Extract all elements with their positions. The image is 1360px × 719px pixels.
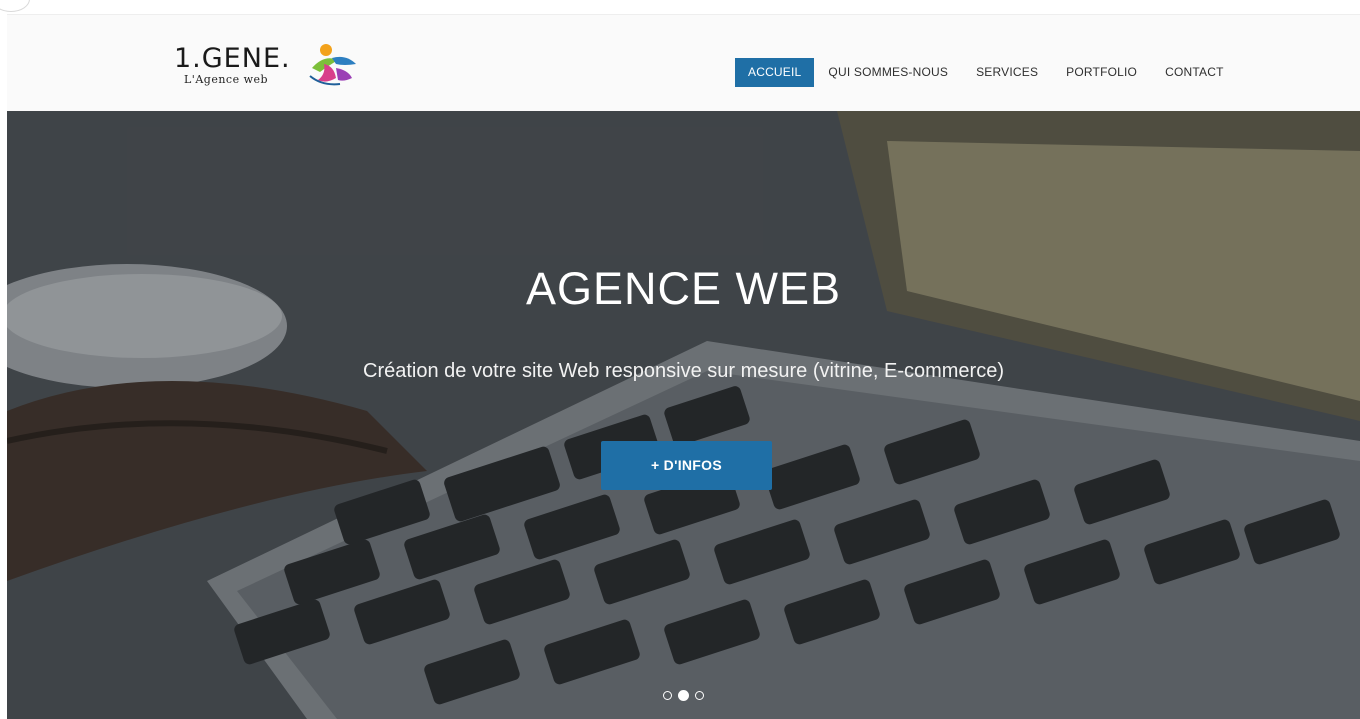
slider-pagination bbox=[663, 690, 704, 701]
logo-main-text: 1.GENE. bbox=[174, 43, 291, 74]
slider-dot-3[interactable] bbox=[695, 691, 704, 700]
hero-slider: AGENCE WEB Création de votre site Web re… bbox=[7, 111, 1360, 719]
logo-figure-icon bbox=[309, 44, 356, 86]
nav-item-portfolio[interactable]: PORTFOLIO bbox=[1052, 58, 1151, 87]
logo-tagline: L'Agence web bbox=[184, 73, 269, 86]
nav-item-accueil[interactable]: ACCUEIL bbox=[735, 58, 815, 87]
site-header: 1.GENE. L'Agence web ACCUEIL QUI SOMMES-… bbox=[7, 14, 1360, 112]
slider-dot-2-active[interactable] bbox=[678, 690, 689, 701]
nav-item-services[interactable]: SERVICES bbox=[962, 58, 1052, 87]
more-info-button[interactable]: + D'INFOS bbox=[601, 441, 772, 490]
slider-dot-1[interactable] bbox=[663, 691, 672, 700]
browser-corner-arc bbox=[0, 0, 30, 12]
nav-item-contact[interactable]: CONTACT bbox=[1151, 58, 1238, 87]
browser-top-strip bbox=[0, 0, 1360, 14]
hero-title: AGENCE WEB bbox=[525, 263, 842, 314]
hero-dark-overlay bbox=[7, 111, 1360, 719]
nav-item-qui-sommes-nous[interactable]: QUI SOMMES-NOUS bbox=[814, 58, 962, 87]
main-nav: ACCUEIL QUI SOMMES-NOUS SERVICES PORTFOL… bbox=[735, 58, 1238, 87]
hero-subtitle: Création de votre site Web responsive su… bbox=[363, 360, 1004, 382]
site-logo[interactable]: 1.GENE. L'Agence web bbox=[174, 42, 364, 102]
